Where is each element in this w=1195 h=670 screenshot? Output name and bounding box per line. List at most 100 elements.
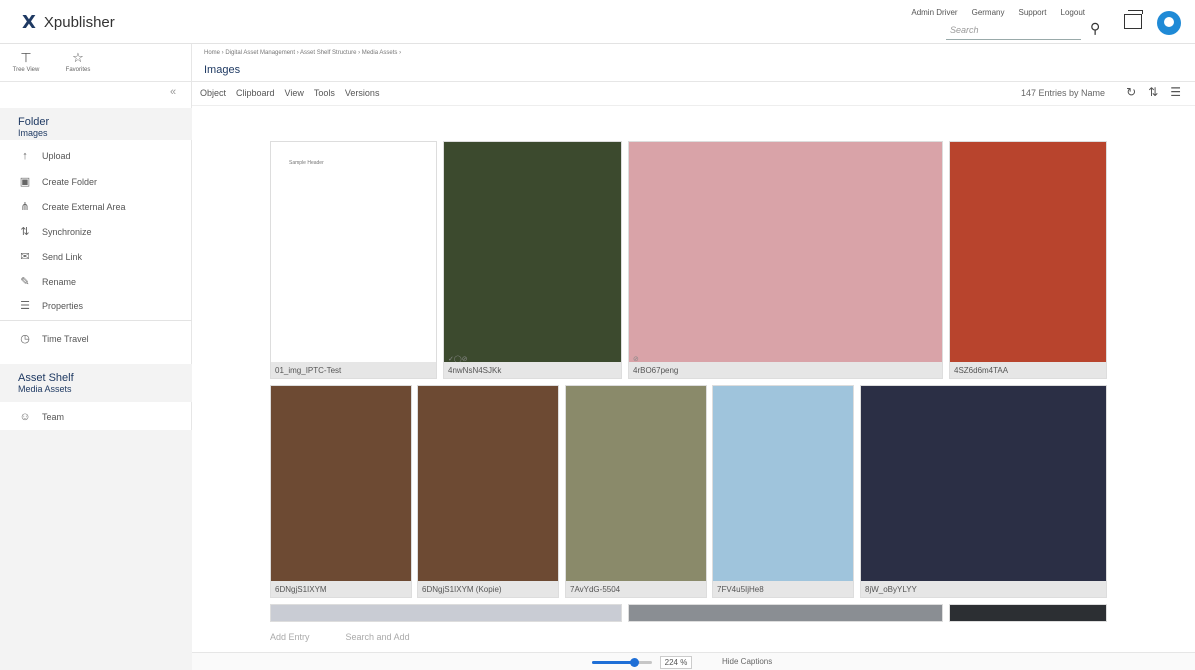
asset-shelf-title: Asset Shelf (18, 372, 74, 384)
breadcrumb[interactable]: Home › Digital Asset Management › Asset … (204, 50, 401, 56)
gallery-item[interactable]: 8jW_oByYLYY (860, 385, 1107, 598)
zoom-slider[interactable] (592, 658, 652, 667)
item-caption: 01_img_IPTC-Test (271, 362, 436, 378)
thumbnail (713, 386, 853, 581)
gallery-item[interactable]: ⊘ 4rBO67peng (628, 141, 943, 379)
refresh-icon[interactable]: ↻ (1126, 85, 1136, 99)
clock-icon: ◷ (20, 333, 30, 345)
logo-mark: X (22, 12, 36, 33)
thumbnail (566, 386, 706, 581)
item-caption: 8jW_oByYLYY (861, 581, 1106, 597)
left-panel: ⊤ Tree View ☆ Favorites « Folder Images … (0, 44, 192, 670)
gallery-item[interactable]: ✓◯⊘ 4nwNsN4SJKk (443, 141, 622, 379)
toolbar: Object Clipboard View Tools Versions 147… (192, 82, 1195, 106)
support-link[interactable]: Support (1019, 8, 1047, 17)
page-title: Images (204, 64, 241, 76)
gallery-item[interactable]: 7AvYdG-5504 (565, 385, 707, 598)
rename-label: Rename (42, 276, 77, 287)
item-caption: 4rBO67peng (629, 362, 942, 378)
upload-action[interactable]: ↑ Upload (18, 150, 71, 162)
upload-label: Upload (42, 151, 71, 161)
add-entry-button[interactable]: Add Entry (270, 632, 310, 642)
gallery-item-partial[interactable] (270, 604, 622, 622)
properties-icon: ☰ (20, 300, 30, 312)
zoom-slider-handle[interactable] (629, 658, 639, 667)
gallery-item[interactable]: 4SZ6d6m4TAA (949, 141, 1107, 379)
zoom-value[interactable]: 224 % (660, 656, 692, 669)
left-panel-filler (0, 430, 192, 670)
team-label: Team (42, 412, 65, 422)
view-switcher: ⊤ Tree View ☆ Favorites (0, 44, 191, 82)
mail-icon: ✉ (20, 251, 30, 263)
synchronize-action[interactable]: ⇅ Synchronize (18, 225, 92, 238)
item-caption: 7AvYdG-5504 (566, 581, 706, 597)
thumbnail (629, 142, 942, 362)
menu-view[interactable]: View (285, 88, 304, 98)
list-view-icon[interactable]: ☰ (1170, 85, 1181, 99)
rename-action[interactable]: ✎ Rename (18, 275, 76, 288)
toolbar-icons: ↻ ⇅ ☰ (1126, 85, 1181, 99)
properties-action[interactable]: ☰ Properties (18, 299, 83, 312)
upload-icon: ↑ (22, 150, 28, 162)
send-link-action[interactable]: ✉ Send Link (18, 250, 82, 263)
gallery-item[interactable]: 6DNgjS1IXYM (270, 385, 412, 598)
menu-clipboard[interactable]: Clipboard (236, 88, 275, 98)
image-gallery: Sample Header 01_img_IPTC-Test ✓◯⊘ 4nwNs… (192, 106, 1195, 652)
collapse-panel-icon[interactable]: « (170, 86, 176, 98)
team-item[interactable]: ☺ Team (18, 411, 64, 423)
item-caption: 4nwNsN4SJKk (444, 362, 621, 378)
header-links: Admin Driver Germany Support Logout (911, 8, 1085, 17)
menu-object[interactable]: Object (200, 88, 226, 98)
search-and-add-button[interactable]: Search and Add (346, 632, 410, 642)
send-link-label: Send Link (42, 251, 83, 262)
create-external-area-label: Create External Area (42, 201, 126, 212)
menu-tools[interactable]: Tools (314, 88, 335, 98)
window-icon[interactable] (1124, 10, 1143, 29)
menu-versions[interactable]: Versions (345, 88, 380, 98)
user-name-link[interactable]: Admin Driver (911, 8, 957, 17)
gallery-item[interactable]: 7FV4u5IjHe8 (712, 385, 854, 598)
item-caption: 6DNgjS1IXYM (Kopie) (418, 581, 558, 597)
toolbar-menus: Object Clipboard View Tools Versions (200, 88, 379, 98)
create-external-area-action[interactable]: ⋔ Create External Area (18, 200, 126, 213)
thumbnail (271, 386, 411, 581)
search-icon[interactable]: ⚲ (1090, 20, 1100, 37)
gallery-item[interactable]: Sample Header 01_img_IPTC-Test (270, 141, 437, 379)
hide-captions-toggle[interactable]: Hide Captions (722, 657, 772, 666)
gallery-item-partial[interactable] (949, 604, 1107, 622)
add-bar: Add Entry Search and Add (270, 632, 410, 642)
title-bar: Home › Digital Asset Management › Asset … (192, 44, 1195, 82)
logout-link[interactable]: Logout (1061, 8, 1085, 17)
time-travel-action[interactable]: ◷ Time Travel (18, 332, 89, 345)
tree-view-label: Tree View (12, 67, 40, 73)
tree-icon: ⊤ (20, 50, 32, 65)
folder-subtitle: Images (18, 128, 48, 138)
external-area-icon: ⋔ (20, 201, 30, 213)
item-caption: 4SZ6d6m4TAA (950, 362, 1106, 378)
divider (0, 320, 192, 321)
folder-plus-icon: ▣ (19, 176, 31, 188)
favorites-button[interactable]: ☆ Favorites (52, 44, 104, 81)
team-icon: ☺ (19, 411, 31, 423)
item-caption: 6DNgjS1IXYM (271, 581, 411, 597)
thumbnail (418, 386, 558, 581)
gallery-item[interactable]: 6DNgjS1IXYM (Kopie) (417, 385, 559, 598)
create-folder-action[interactable]: ▣ Create Folder (18, 175, 97, 188)
thumbnail (861, 386, 1106, 581)
entries-count[interactable]: 147 Entries by Name (1021, 88, 1105, 98)
search-input[interactable]: Search (946, 22, 1081, 40)
thumbnail: Sample Header (271, 142, 436, 362)
zoom-slider-fill (592, 661, 634, 664)
app-logo[interactable]: X Xpublisher (22, 12, 115, 33)
sort-icon[interactable]: ⇅ (1148, 85, 1158, 99)
gallery-item-partial[interactable] (628, 604, 943, 622)
thumbnail-text: Sample Header (289, 160, 324, 166)
rename-icon: ✎ (20, 276, 30, 288)
star-icon: ☆ (72, 50, 84, 65)
avatar[interactable] (1157, 11, 1181, 35)
folder-section-header: Folder Images (0, 108, 192, 140)
bottom-bar: 224 % Hide Captions (192, 652, 1195, 670)
region-link[interactable]: Germany (972, 8, 1005, 17)
tree-view-button[interactable]: ⊤ Tree View (0, 44, 52, 81)
synchronize-label: Synchronize (42, 226, 92, 237)
